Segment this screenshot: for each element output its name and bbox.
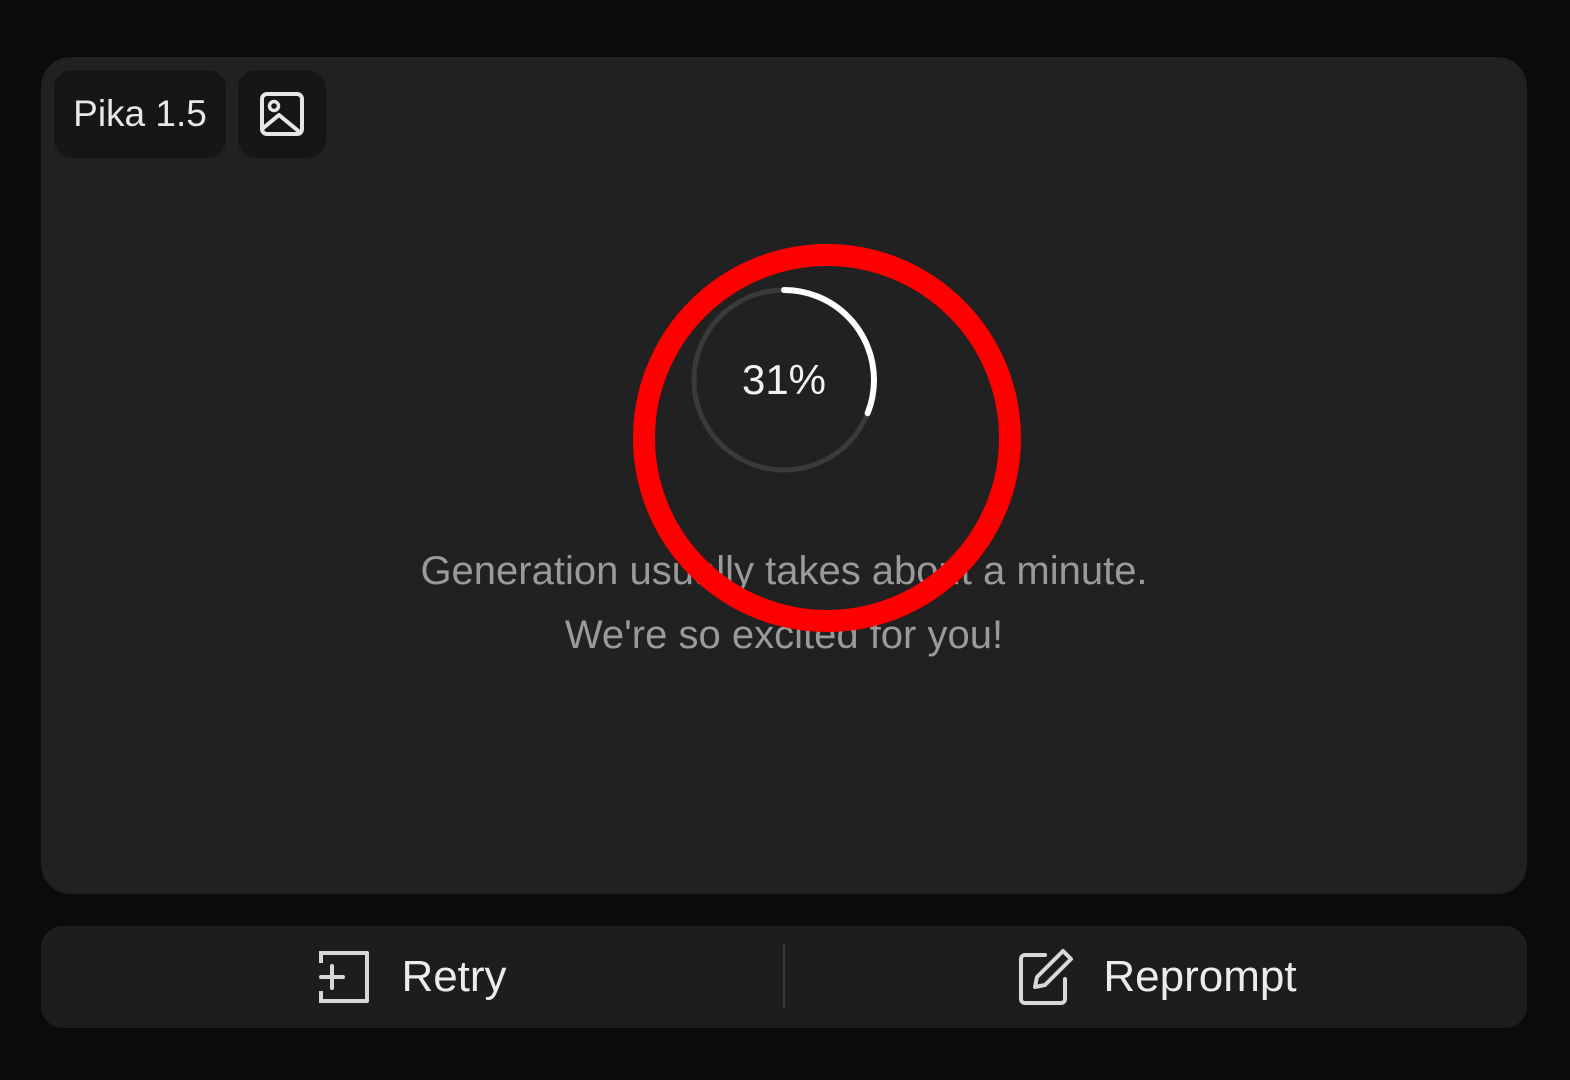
image-icon (259, 91, 305, 137)
model-version-label: Pika 1.5 (73, 93, 207, 134)
page: Pika 1.5 31% Generation usually takes ab… (0, 0, 1570, 1080)
retry-icon (317, 949, 373, 1005)
progress-ring: 31% (688, 284, 880, 476)
edit-icon (1015, 947, 1075, 1007)
generation-card: Pika 1.5 31% Generation usually takes ab… (41, 57, 1527, 894)
retry-button[interactable]: Retry (41, 926, 783, 1028)
reprompt-button[interactable]: Reprompt (785, 926, 1527, 1028)
reprompt-label: Reprompt (1103, 952, 1297, 1001)
progress-percent: 31% (741, 356, 827, 403)
retry-label: Retry (401, 952, 507, 1001)
model-version-chip[interactable]: Pika 1.5 (54, 70, 226, 158)
generation-message: Generation usually takes about a minute.… (420, 549, 1148, 657)
action-bar: Retry Reprompt (41, 926, 1527, 1028)
image-input-button[interactable] (238, 70, 326, 158)
